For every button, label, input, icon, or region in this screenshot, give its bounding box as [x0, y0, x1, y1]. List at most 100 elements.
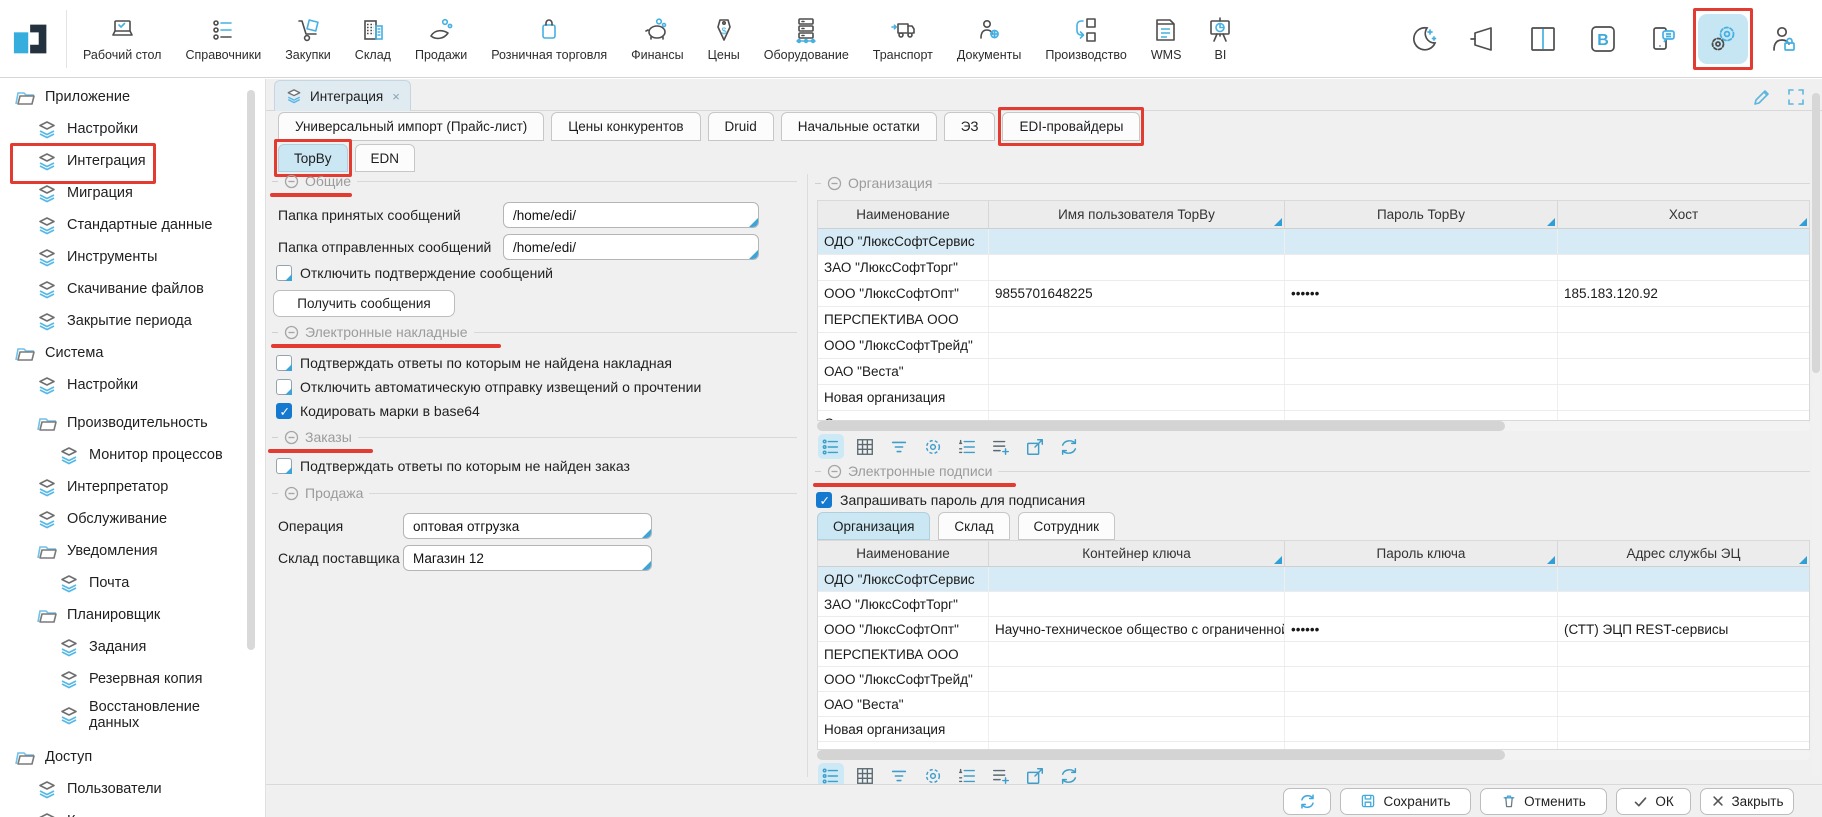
vertical-scrollbar[interactable]: [1812, 93, 1820, 777]
toolbar-item-wms[interactable]: WMS: [1139, 3, 1194, 75]
filter-icon[interactable]: [886, 434, 912, 459]
sidebar-item-restore[interactable]: Восстановление данных: [0, 695, 265, 735]
toolbar-item-directories[interactable]: Справочники: [173, 3, 273, 75]
table-row[interactable]: ООО "ЛюксСофтОпт"Научно-техническое обще…: [818, 617, 1809, 642]
subtab-opening-balances[interactable]: Начальные остатки: [781, 112, 937, 141]
operation-select[interactable]: оптовая отгрузка: [403, 513, 652, 539]
section-orders[interactable]: Заказы: [272, 428, 797, 446]
table-row[interactable]: ООО "ЛюксСофтТрейд": [818, 667, 1809, 692]
section-general[interactable]: Общие: [272, 172, 797, 190]
table-row[interactable]: ЗАО "ЛюксСофтТорг": [818, 592, 1809, 617]
grid-view-icon[interactable]: [852, 434, 878, 459]
sidebar-item-standard-data[interactable]: Стандартные данные: [0, 209, 265, 241]
sig-tab-organization[interactable]: Организация: [817, 512, 930, 540]
sidebar-scrollbar[interactable]: [247, 90, 255, 650]
disable-confirm-checkbox[interactable]: Отключить подтверждение сообщений: [276, 264, 553, 282]
table-row[interactable]: ООО "ЛюксСофтТрейд": [818, 333, 1809, 359]
confirm-no-waybill-checkbox[interactable]: Подтверждать ответы по которым не найден…: [276, 354, 672, 372]
subtab-competitor-prices[interactable]: Цены конкурентов: [551, 112, 700, 141]
toolbar-item-production[interactable]: Производство: [1033, 3, 1139, 75]
table-row[interactable]: Новая организация: [818, 717, 1809, 742]
toolbar-item-finance[interactable]: Финансы: [619, 3, 695, 75]
toolbar-item-documents[interactable]: Документы: [945, 3, 1033, 75]
column-header[interactable]: Наименование: [818, 541, 989, 566]
settings-gear-icon[interactable]: [920, 434, 946, 459]
refresh-button[interactable]: [1283, 788, 1331, 815]
subtab-druid[interactable]: Druid: [708, 112, 774, 141]
list-view-icon[interactable]: [818, 434, 844, 459]
sidebar-item-settings[interactable]: Настройки: [0, 113, 265, 145]
user-lock-icon[interactable]: [1758, 14, 1808, 64]
close-tab-icon[interactable]: ×: [392, 89, 400, 104]
sig-tab-employee[interactable]: Сотрудник: [1018, 512, 1116, 540]
toolbar-item-prices[interactable]: $ Цены: [696, 3, 752, 75]
sidebar-item-maintenance[interactable]: Обслуживание: [0, 503, 265, 535]
received-folder-input[interactable]: /home/edi/: [503, 202, 759, 228]
expand-fullscreen-icon[interactable]: [1786, 87, 1806, 107]
split-view-icon[interactable]: [1518, 14, 1568, 64]
sidebar-item-notifications[interactable]: Уведомления: [0, 535, 265, 567]
encode-base64-checkbox[interactable]: Кодировать марки в base64: [276, 402, 480, 420]
scrollbar-thumb[interactable]: [817, 750, 1505, 760]
inner-tab-topby[interactable]: TopBy: [278, 144, 348, 172]
settings-gears-button[interactable]: [1698, 14, 1748, 64]
bold-b-icon[interactable]: B: [1578, 14, 1628, 64]
reload-icon[interactable]: [1056, 434, 1082, 459]
column-header[interactable]: Наименование: [818, 201, 989, 228]
edit-pencil-icon[interactable]: [1752, 87, 1772, 107]
section-signatures[interactable]: Электронные подписи: [815, 462, 1810, 480]
column-header[interactable]: Пароль TopBy: [1285, 201, 1558, 228]
dark-mode-moon-icon[interactable]: [1398, 14, 1448, 64]
sig-tab-warehouse[interactable]: Склад: [938, 512, 1009, 540]
phone-messages-icon[interactable]: [1638, 14, 1688, 64]
sidebar-item-tools[interactable]: Инструменты: [0, 241, 265, 273]
scrollbar-thumb[interactable]: [1812, 93, 1820, 373]
save-button[interactable]: Сохранить: [1340, 788, 1471, 815]
scrollbar-thumb[interactable]: [817, 421, 1505, 431]
toolbar-item-warehouse[interactable]: Склад: [343, 3, 403, 75]
section-sale[interactable]: Продажа: [272, 484, 797, 502]
horizontal-scrollbar[interactable]: [817, 421, 1810, 431]
table-row[interactable]: ОАО "Веста": [818, 692, 1809, 717]
table-row[interactable]: ЗАО "ЛюксСофтТорг": [818, 255, 1809, 281]
sidebar-item-users[interactable]: Пользователи: [0, 773, 265, 805]
sidebar-item-period-closing[interactable]: Закрытие периода: [0, 305, 265, 337]
presentation-icon[interactable]: [1458, 14, 1508, 64]
toolbar-item-retail[interactable]: Розничная торговля: [479, 3, 619, 75]
sidebar-item-computers[interactable]: Компьютеры: [0, 805, 265, 817]
sidebar-item-access[interactable]: Доступ: [0, 741, 265, 773]
sidebar-item-scheduler[interactable]: Планировщик: [0, 599, 265, 631]
sidebar-item-interpreter[interactable]: Интерпретатор: [0, 471, 265, 503]
sidebar-item-system[interactable]: Система: [0, 337, 265, 369]
sidebar-item-performance[interactable]: Производительность: [0, 407, 265, 439]
subtab-edi-providers[interactable]: EDI-провайдеры: [1002, 112, 1140, 141]
ask-password-checkbox[interactable]: Запрашивать пароль для подписания: [816, 491, 1085, 509]
table-row[interactable]: Новая организация: [818, 385, 1809, 411]
section-waybills[interactable]: Электронные накладные: [272, 323, 797, 341]
confirm-no-order-checkbox[interactable]: Подтверждать ответы по которым не найден…: [276, 457, 630, 475]
tab-integration[interactable]: Интеграция ×: [274, 80, 411, 111]
column-header[interactable]: Имя пользователя TopBy: [989, 201, 1285, 228]
sidebar-item-process-monitor[interactable]: Монитор процессов: [0, 439, 265, 471]
supplier-warehouse-select[interactable]: Магазин 12: [403, 545, 652, 571]
section-organization[interactable]: Организация: [815, 174, 1810, 192]
toolbar-item-desktop[interactable]: Рабочий стол: [71, 3, 173, 75]
table-row[interactable]: ОДО "ЛюксСофтСервис: [818, 229, 1809, 255]
table-row[interactable]: ОАО "Веста": [818, 359, 1809, 385]
toolbar-item-transport[interactable]: Транспорт: [861, 3, 945, 75]
sidebar-item-integration[interactable]: Интеграция: [0, 145, 265, 177]
ok-button[interactable]: ОК: [1616, 788, 1691, 815]
table-row[interactable]: ПЕРСПЕКТИВА ООО: [818, 307, 1809, 333]
close-button[interactable]: Закрыть: [1700, 788, 1794, 815]
numbered-list-icon[interactable]: [954, 434, 980, 459]
get-messages-button[interactable]: Получить сообщения: [273, 290, 455, 317]
disable-read-receipts-checkbox[interactable]: Отключить автоматическую отправку извеще…: [276, 378, 701, 396]
open-external-icon[interactable]: [1022, 434, 1048, 459]
toolbar-item-bi[interactable]: BI: [1193, 3, 1247, 75]
sidebar-item-application[interactable]: Приложение: [0, 81, 265, 113]
table-row[interactable]: ООО "ЛюксСофтОпт"9855701648225••••••185.…: [818, 281, 1809, 307]
sidebar-item-backup[interactable]: Резервная копия: [0, 663, 265, 695]
table-row[interactable]: ПЕРСПЕКТИВА ООО: [818, 642, 1809, 667]
column-header[interactable]: Контейнер ключа: [989, 541, 1285, 566]
toolbar-item-sales[interactable]: Продажи: [403, 3, 479, 75]
